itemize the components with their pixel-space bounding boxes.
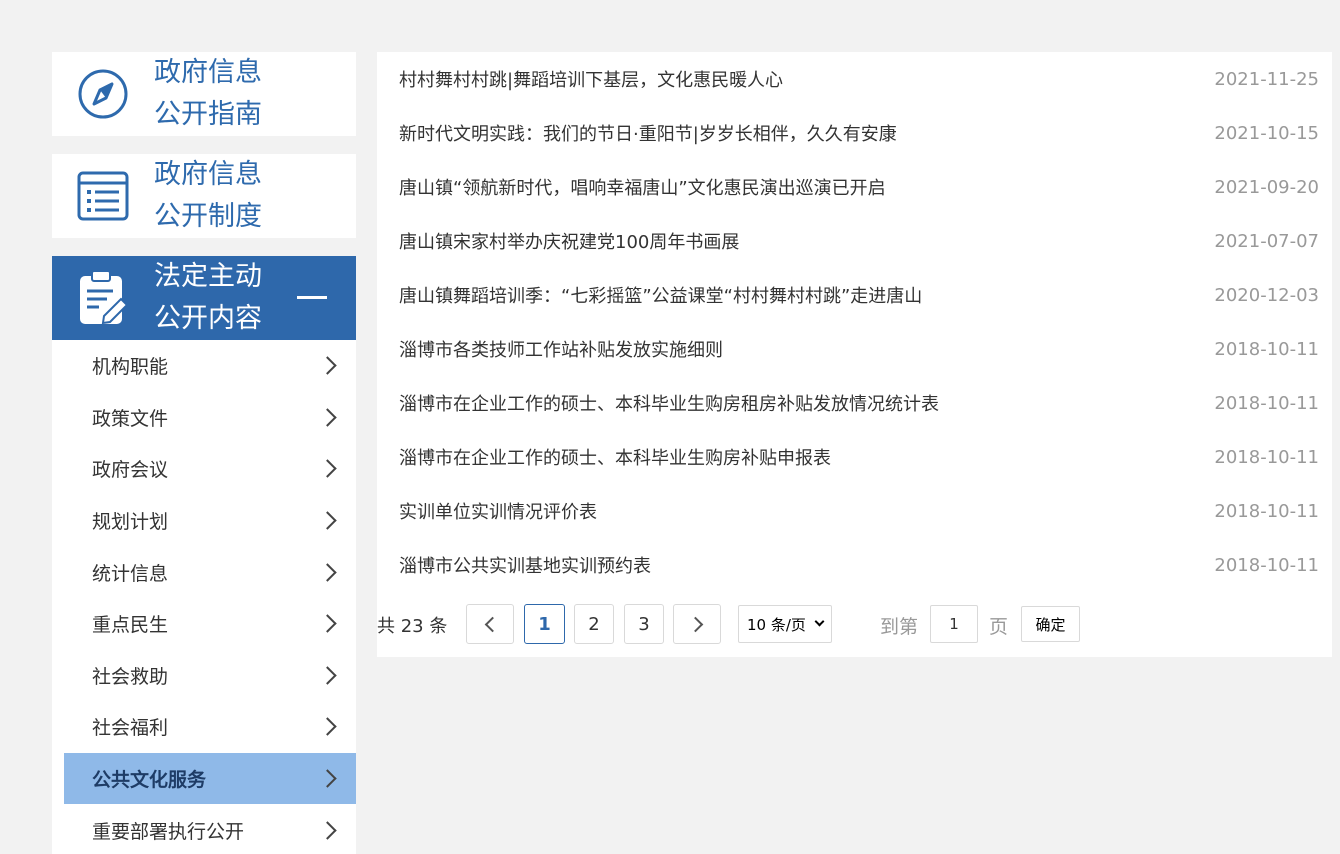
sidebar-item-statistics[interactable]: 统计信息 — [52, 546, 356, 598]
article-date: 2020-12-03 — [1214, 284, 1319, 306]
list-item[interactable]: 淄博市在企业工作的硕士、本科毕业生购房租房补贴发放情况统计表 2018-10-11 — [377, 376, 1332, 430]
chevron-right-icon — [318, 769, 337, 788]
sidebar-item-policy[interactable]: 政策文件 — [52, 392, 356, 444]
list-item[interactable]: 唐山镇宋家村举办庆祝建党100周年书画展 2021-07-07 — [377, 214, 1332, 268]
prev-page-button[interactable] — [466, 604, 514, 644]
article-title[interactable]: 淄博市在企业工作的硕士、本科毕业生购房租房补贴发放情况统计表 — [399, 390, 939, 416]
page-button-2[interactable]: 2 — [574, 604, 614, 644]
article-date: 2021-10-15 — [1214, 122, 1319, 144]
article-title[interactable]: 村村舞村村跳|舞蹈培训下基层，文化惠民暖人心 — [399, 66, 783, 92]
page-size-select[interactable]: 10 条/页 — [738, 605, 832, 643]
chevron-right-icon — [318, 511, 337, 530]
chevron-right-icon — [318, 717, 337, 737]
page-button-1[interactable]: 1 — [524, 604, 565, 644]
category-statutory-content[interactable]: 法定主动 公开内容 — [52, 256, 356, 340]
article-title[interactable]: 唐山镇“领航新时代，唱响幸福唐山”文化惠民演出巡演已开启 — [399, 174, 886, 200]
next-page-button[interactable] — [673, 604, 721, 644]
article-title[interactable]: 淄博市各类技师工作站补贴发放实施细则 — [399, 336, 723, 362]
sidebar-item-livelihood[interactable]: 重点民生 — [52, 598, 356, 650]
article-date: 2018-10-11 — [1214, 338, 1319, 360]
chevron-right-icon — [318, 820, 337, 840]
article-date: 2021-07-07 — [1214, 230, 1319, 252]
list-item[interactable]: 淄博市各类技师工作站补贴发放实施细则 2018-10-11 — [377, 322, 1332, 376]
list-item[interactable]: 新时代文明实践：我们的节日·重阳节|岁岁长相伴，久久有安康 2021-10-15 — [377, 106, 1332, 160]
chevron-left-icon — [484, 616, 500, 632]
sidebar-item-planning[interactable]: 规划计划 — [52, 495, 356, 547]
list-icon — [52, 170, 154, 222]
article-title[interactable]: 唐山镇舞蹈培训季：“七彩摇篮”公益课堂“村村舞村村跳”走进唐山 — [399, 282, 922, 308]
category-system[interactable]: 政府信息 公开制度 — [52, 154, 356, 238]
list-item[interactable]: 实训单位实训情况评价表 2018-10-11 — [377, 484, 1332, 538]
sidebar-item-meeting[interactable]: 政府会议 — [52, 443, 356, 495]
chevron-right-icon — [318, 459, 337, 479]
chevron-right-icon — [687, 616, 703, 632]
article-date: 2018-10-11 — [1214, 392, 1319, 414]
article-title[interactable]: 淄博市在企业工作的硕士、本科毕业生购房补贴申报表 — [399, 444, 831, 470]
category-guide[interactable]: 政府信息 公开指南 — [52, 52, 356, 136]
article-title[interactable]: 唐山镇宋家村举办庆祝建党100周年书画展 — [399, 228, 739, 254]
list-item[interactable]: 村村舞村村跳|舞蹈培训下基层，文化惠民暖人心 2021-11-25 — [377, 52, 1332, 106]
goto-page-input[interactable] — [930, 605, 978, 643]
sidebar-item-public-culture[interactable]: 公共文化服务 — [64, 752, 356, 805]
chevron-right-icon — [318, 356, 337, 375]
article-date: 2018-10-11 — [1214, 554, 1319, 576]
pagination: 共 23 条 1 2 3 10 条/页 到第 页 确定 — [377, 604, 1332, 644]
list-item[interactable]: 唐山镇舞蹈培训季：“七彩摇篮”公益课堂“村村舞村村跳”走进唐山 2020-12-0… — [377, 268, 1332, 322]
article-title[interactable]: 实训单位实训情况评价表 — [399, 498, 597, 524]
article-list-panel: 村村舞村村跳|舞蹈培训下基层，文化惠民暖人心 2021-11-25 新时代文明实践… — [377, 52, 1332, 657]
sidebar-item-social-welfare[interactable]: 社会福利 — [52, 701, 356, 753]
sidebar-item-social-assistance[interactable]: 社会救助 — [52, 650, 356, 702]
goto-suffix: 页 — [989, 616, 1009, 638]
article-date: 2018-10-11 — [1214, 446, 1319, 468]
page-button-3[interactable]: 3 — [624, 604, 664, 644]
chevron-right-icon — [318, 614, 337, 633]
article-title[interactable]: 淄博市公共实训基地实训预约表 — [399, 552, 651, 578]
chevron-down-icon — [814, 616, 825, 627]
sidebar-item-key-deployment[interactable]: 重要部署执行公开 — [52, 804, 356, 854]
goto-prefix: 到第 — [880, 616, 919, 638]
list-item[interactable]: 淄博市公共实训基地实训预约表 2018-10-11 — [377, 538, 1332, 592]
chevron-right-icon — [318, 562, 337, 582]
clipboard-edit-icon — [52, 269, 154, 327]
submenu: 机构职能 政策文件 政府会议 规划计划 统计信息 重点民生 社会救助 社会福利 … — [52, 340, 356, 854]
compass-icon — [52, 68, 154, 120]
article-date: 2021-11-25 — [1214, 68, 1319, 90]
collapse-icon[interactable] — [297, 296, 327, 299]
article-date: 2018-10-11 — [1214, 500, 1319, 522]
category-title: 政府信息 公开制度 — [154, 159, 262, 232]
sidebar-item-institution[interactable]: 机构职能 — [52, 340, 356, 392]
sidebar: 政府信息 公开指南 政府信息 公开制度 法定主动 公开内容 机构职能 政策文件 … — [52, 52, 356, 854]
confirm-button[interactable]: 确定 — [1021, 606, 1080, 642]
total-count: 共 23 条 — [377, 616, 448, 637]
category-title: 法定主动 公开内容 — [154, 261, 262, 334]
list-item[interactable]: 淄博市在企业工作的硕士、本科毕业生购房补贴申报表 2018-10-11 — [377, 430, 1332, 484]
category-title: 政府信息 公开指南 — [154, 57, 262, 130]
chevron-right-icon — [318, 666, 337, 685]
chevron-right-icon — [318, 408, 337, 427]
article-date: 2021-09-20 — [1214, 176, 1319, 198]
list-item[interactable]: 唐山镇“领航新时代，唱响幸福唐山”文化惠民演出巡演已开启 2021-09-20 — [377, 160, 1332, 214]
article-title[interactable]: 新时代文明实践：我们的节日·重阳节|岁岁长相伴，久久有安康 — [399, 120, 897, 146]
